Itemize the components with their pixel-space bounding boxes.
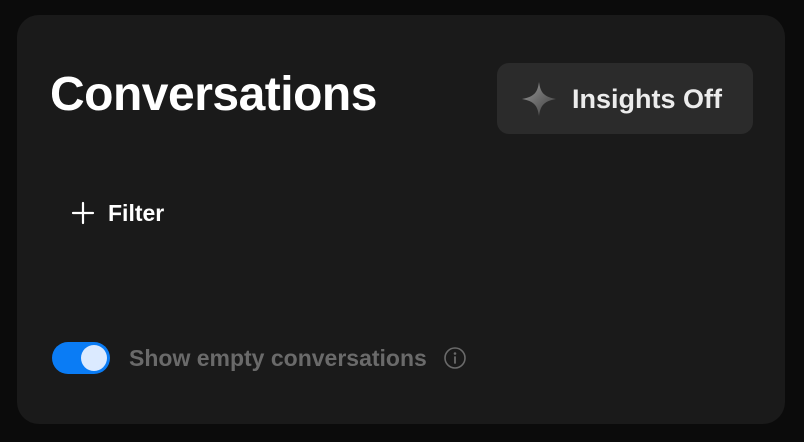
page-title: Conversations <box>50 68 377 121</box>
insights-toggle-button[interactable]: Insights Off <box>497 63 753 134</box>
filter-button-label: Filter <box>108 200 165 226</box>
insights-button-label: Insights Off <box>572 84 722 114</box>
show-empty-conversations-label: Show empty conversations <box>129 345 427 371</box>
plus-icon <box>71 201 95 225</box>
sparkle-icon <box>522 82 556 116</box>
toggle-knob <box>81 345 107 371</box>
add-filter-button[interactable]: Filter <box>71 195 164 231</box>
show-empty-conversations-toggle[interactable] <box>52 342 110 374</box>
conversations-panel: Conversations Insights Off Filter Show e… <box>17 15 785 424</box>
show-empty-conversations-row: Show empty conversations <box>52 340 467 376</box>
info-icon[interactable] <box>443 346 467 370</box>
